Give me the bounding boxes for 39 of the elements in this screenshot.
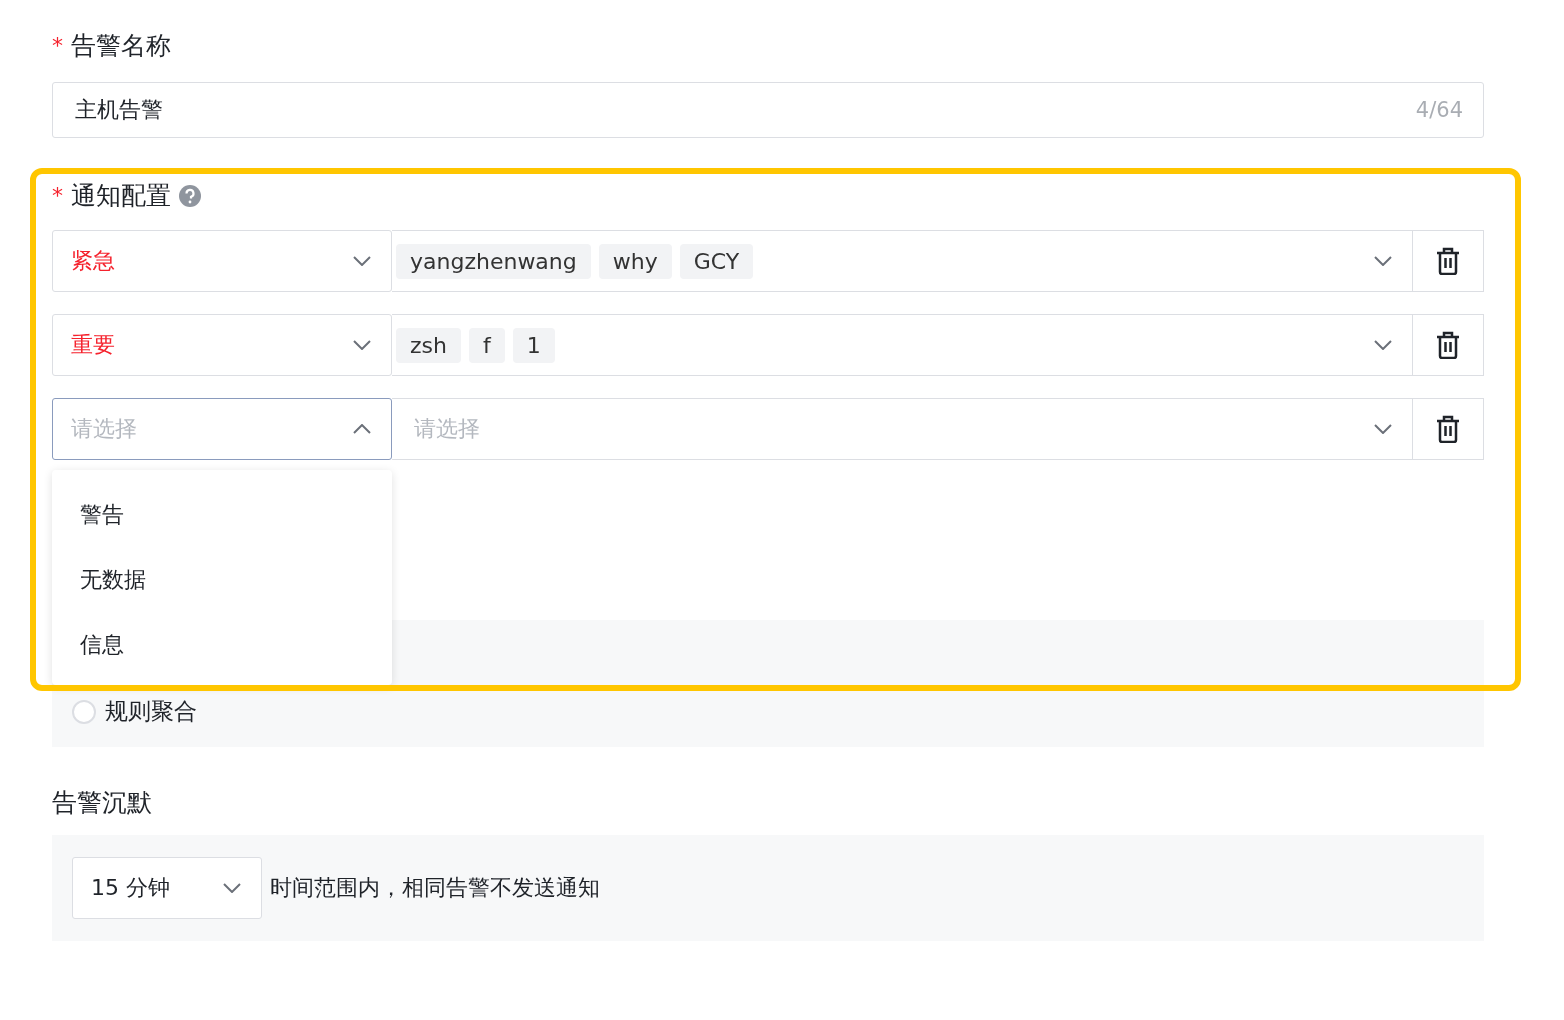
delete-button[interactable] [1413, 398, 1484, 460]
silence-description: 时间范围内，相同告警不发送通知 [270, 874, 600, 902]
recipient-tag: GCY [679, 243, 754, 279]
help-icon[interactable] [179, 185, 201, 207]
recipient-tag: why [598, 243, 672, 279]
chevron-down-icon [353, 340, 371, 350]
chevron-down-icon [353, 256, 371, 266]
chevron-down-icon [1374, 340, 1392, 350]
radio-button[interactable] [72, 699, 96, 724]
recipient-tag: 1 [512, 327, 555, 363]
character-counter: 4/64 [1415, 98, 1463, 122]
chevron-up-icon [353, 424, 371, 434]
field-label: 通知配置 [71, 180, 171, 212]
recipients-select[interactable]: yangzhenwang why GCY [392, 230, 1413, 292]
chevron-down-icon [1374, 256, 1392, 266]
chevron-down-icon [223, 883, 241, 893]
input-field[interactable]: 主机告警 4/64 [52, 82, 1484, 138]
required-mark: * [52, 182, 63, 210]
recipient-tag: f [468, 327, 505, 363]
dropdown-option[interactable]: 信息 [52, 612, 392, 677]
required-mark: * [52, 32, 63, 60]
recipient-tag: zsh [396, 327, 461, 363]
field-label: 告警名称 [71, 30, 171, 62]
chevron-down-icon [1374, 424, 1392, 434]
dropdown-option[interactable]: 警告 [52, 482, 392, 547]
trash-icon [1436, 415, 1460, 443]
trash-icon [1436, 331, 1460, 359]
duration-select[interactable]: 15 分钟 [72, 857, 262, 919]
level-select[interactable]: 重要 [52, 314, 392, 376]
level-select[interactable]: 紧急 [52, 230, 392, 292]
placeholder-text: 请选择 [414, 415, 480, 443]
section-label: 告警沉默 [52, 787, 153, 819]
dropdown-option[interactable]: 无数据 [52, 547, 392, 612]
recipient-tag: yangzhenwang [396, 243, 591, 279]
trash-icon [1436, 247, 1460, 275]
radio-label: 规则聚合 [105, 697, 197, 726]
recipients-select[interactable]: zsh f 1 [392, 314, 1413, 376]
delete-button[interactable] [1413, 230, 1484, 292]
delete-button[interactable] [1413, 314, 1484, 376]
